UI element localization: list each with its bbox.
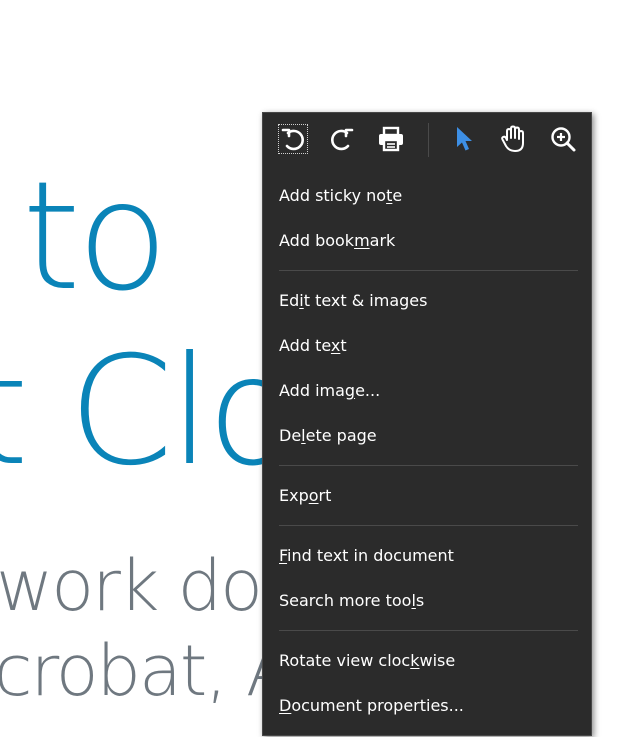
menu-separator	[279, 270, 578, 271]
menu-item-rotate-view-clockwise[interactable]: Rotate view clockwise	[279, 651, 455, 671]
menu-item-document-properties[interactable]: Document properties...	[279, 696, 464, 716]
menu-separator	[279, 630, 578, 631]
menu-separator	[279, 465, 578, 466]
print-icon	[379, 126, 403, 152]
document-heading-line-2: t Clo	[0, 325, 299, 499]
menu-item-add-image[interactable]: Add image...	[279, 381, 380, 401]
menu-item-delete-page[interactable]: Delete page	[279, 426, 377, 446]
menu-item-edit-text-images[interactable]: Edit text & images	[279, 291, 427, 311]
menu-separator	[279, 525, 578, 526]
hand-tool-button[interactable]	[497, 123, 529, 155]
context-menu: Add sticky note Add bookmark Edit text &…	[262, 112, 592, 736]
zoom-in-icon	[551, 127, 576, 152]
menu-toolbar	[263, 113, 591, 167]
menu-item-add-sticky-note[interactable]: Add sticky note	[279, 186, 402, 206]
rotate-clockwise-button[interactable]	[326, 123, 358, 155]
print-button[interactable]	[375, 123, 407, 155]
rotate-counterclockwise-icon	[281, 128, 304, 151]
toolbar-separator	[428, 123, 429, 157]
menu-item-search-more-tools[interactable]: Search more tools	[279, 591, 424, 611]
select-cursor-icon	[457, 127, 472, 151]
rotate-counterclockwise-button[interactable]	[277, 123, 309, 155]
menu-item-add-text[interactable]: Add text	[279, 336, 347, 356]
select-tool-button[interactable]	[447, 123, 479, 155]
menu-item-add-bookmark[interactable]: Add bookmark	[279, 231, 395, 251]
document-heading-line-1: to	[22, 150, 169, 324]
menu-item-find-text[interactable]: Find text in document	[279, 546, 454, 566]
hand-tool-icon	[501, 125, 524, 152]
menu-item-export[interactable]: Export	[279, 486, 331, 506]
rotate-clockwise-icon	[331, 128, 354, 151]
zoom-in-button[interactable]	[547, 123, 579, 155]
